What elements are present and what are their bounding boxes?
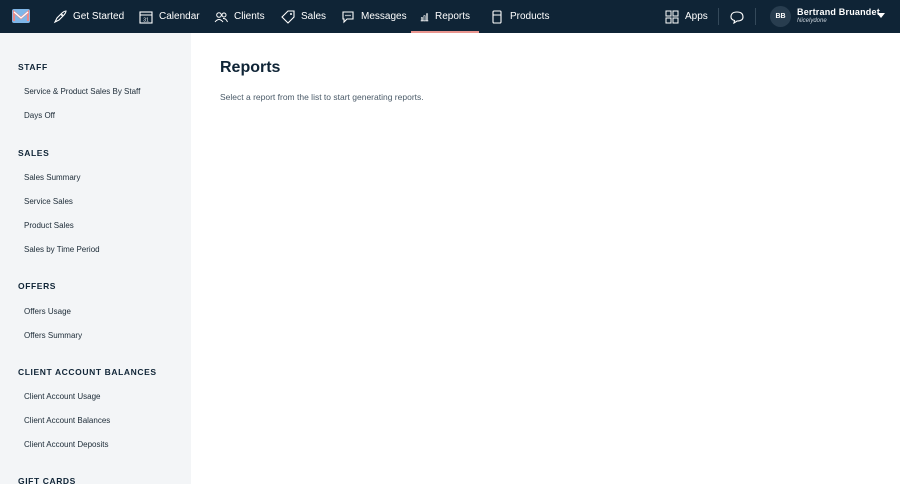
nav-label: Messages [361,11,407,22]
section-title-client-account-balances: CLIENT ACCOUNT BALANCES [18,367,157,377]
chat-icon [342,10,354,23]
sidebar-link[interactable]: Product Sales [24,221,74,230]
sidebar-link[interactable]: Client Account Deposits [24,440,109,449]
sidebar-link[interactable]: Service Sales [24,197,73,206]
sidebar-link[interactable]: Sales by Time Period [24,245,100,254]
chart-icon [420,12,429,21]
nav-label: Reports [434,11,470,22]
users-icon [214,11,228,22]
nav-reports[interactable]: Reports [411,0,479,33]
nav-get-started[interactable]: Get Started [53,0,124,33]
messages-shortcut-button[interactable] [730,0,744,33]
top-navigation-bar: Get Started 31 Calendar Clients Sales Me… [0,0,900,33]
box-icon [492,9,502,24]
reports-sidebar: STAFF Service & Product Sales By Staff D… [0,33,191,484]
user-name[interactable]: Bertrand Bruandet [797,7,880,17]
sidebar-link[interactable]: Offers Summary [24,331,82,340]
nav-label: Get Started [73,11,125,22]
app-logo-icon[interactable] [12,9,30,23]
section-title-gift-cards: GIFT CARDS [18,476,76,484]
svg-text:31: 31 [143,17,149,23]
nav-label: Calendar [159,11,200,22]
nav-label: Sales [301,11,327,22]
sidebar-link[interactable]: Client Account Balances [24,416,110,425]
nav-clients[interactable]: Clients [214,0,265,33]
nav-divider [718,8,719,25]
user-organization: Nicelydone [797,18,827,24]
apps-label: Apps [685,11,708,22]
tag-icon [281,9,295,24]
section-title-offers: OFFERS [18,281,57,291]
speech-bubble-icon [730,10,744,24]
rocket-icon [53,9,67,23]
sidebar-link[interactable]: Offers Usage [24,307,71,316]
nav-products[interactable]: Products [490,0,549,33]
nav-calendar[interactable]: 31 Calendar [139,0,200,33]
sidebar-link[interactable]: Service & Product Sales By Staff [24,87,140,96]
apps-grid-icon [665,10,679,23]
avatar[interactable]: BB [770,6,791,27]
nav-sales[interactable]: Sales [281,0,326,33]
page-subtitle: Select a report from the list to start g… [220,92,424,102]
section-title-sales: SALES [18,148,50,158]
chevron-down-icon[interactable] [877,13,885,18]
section-title-staff: STAFF [18,62,48,72]
calendar-icon: 31 [139,10,153,24]
nav-label: Products [510,11,550,22]
sidebar-link[interactable]: Client Account Usage [24,392,101,401]
nav-messages[interactable]: Messages [341,0,407,33]
nav-divider [755,8,756,25]
sidebar-link[interactable]: Sales Summary [24,173,80,182]
apps-button[interactable]: Apps [665,0,708,33]
sidebar-link[interactable]: Days Off [24,111,55,120]
page-title: Reports [220,59,281,76]
nav-label: Clients [234,11,265,22]
